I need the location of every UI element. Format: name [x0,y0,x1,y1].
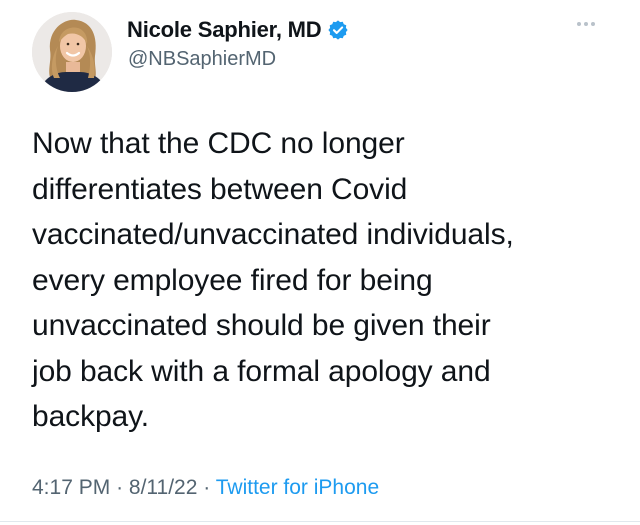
tweet-text-line: backpay. [32,400,150,433]
tweet-meta: 4:17 PM · 8/11/22 · Twitter for iPhone [32,476,379,500]
author-name-row: Nicole Saphier, MD [127,16,349,44]
author-handle[interactable]: @NBSaphierMD [128,48,276,71]
more-options-icon[interactable] [577,14,607,34]
tweet-text-line: every employee fired for being [32,263,433,297]
verified-badge-icon [327,19,349,41]
avatar[interactable] [32,12,112,92]
meta-separator: · [116,476,124,499]
tweet-card: Nicole Saphier, MD @NBSaphierMD Now that… [0,0,640,525]
tweet-text: Now that the CDC no longer differentiate… [32,121,622,440]
tweet-text-line: differentiates between Covid [32,172,408,206]
tweet-text-line: unvaccinated should be given their [32,309,491,342]
tweet-text-line: job back with a formal apology and [32,354,491,388]
profile-photo [32,12,112,92]
tweet-text-line: Now that the CDC no longer [32,127,405,160]
tweet-time[interactable]: 4:17 PM [32,476,110,499]
tweet-text-line: vaccinated/unvaccinated individuals, [32,218,514,251]
divider [0,521,640,522]
meta-separator: · [203,476,211,499]
tweet-date[interactable]: 8/11/22 [129,476,198,499]
tweet-source-link[interactable]: Twitter for iPhone [216,476,379,499]
author-display-name[interactable]: Nicole Saphier, MD [127,17,322,43]
